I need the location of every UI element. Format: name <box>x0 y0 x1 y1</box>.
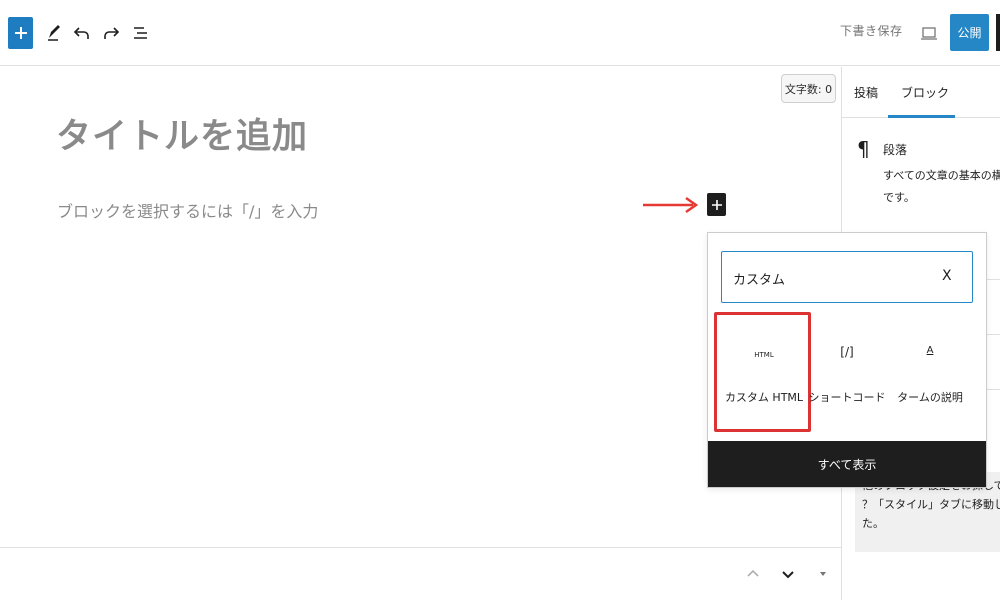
pencil-icon <box>48 25 60 41</box>
red-highlight-annotation <box>714 312 811 432</box>
paragraph-block-placeholder[interactable]: ブロックを選択するには「/」を入力 <box>57 198 318 222</box>
block-description-line: すべての文章の基本の構成 <box>883 169 1000 182</box>
browse-all-button[interactable]: すべて表示 <box>708 441 986 487</box>
block-result-shortcode[interactable]: [/] ショートコード <box>799 311 895 431</box>
block-description-line: です。 <box>883 191 915 204</box>
move-up-button[interactable] <box>742 563 764 585</box>
undo-button[interactable] <box>70 21 94 45</box>
notice-line: ？「スタイル」タブに移動しま <box>862 498 1000 511</box>
shortcode-icon: [/] <box>840 345 854 359</box>
quick-inserter-popover: カスタム X HTML カスタム HTML [/] ショートコード A タームの… <box>707 232 987 488</box>
add-block-button[interactable] <box>707 193 726 216</box>
block-inserter-toggle-button[interactable] <box>8 17 33 49</box>
tools-button[interactable] <box>42 21 66 45</box>
publish-button[interactable]: 公開 <box>950 14 989 51</box>
block-result-term-description[interactable]: A タームの説明 <box>882 311 978 431</box>
post-title-placeholder[interactable]: タイトルを追加 <box>56 108 308 159</box>
move-down-button[interactable] <box>777 563 799 585</box>
save-draft-button[interactable]: 下書き保存 <box>840 22 903 39</box>
chevron-up-icon <box>747 569 759 577</box>
redo-icon <box>104 27 120 39</box>
document-overview-button[interactable] <box>129 21 153 45</box>
redo-button[interactable] <box>99 21 123 45</box>
word-count-badge: 文字数: 0 <box>781 74 836 103</box>
plus-icon <box>14 27 27 39</box>
term-description-icon: A <box>926 345 934 356</box>
undo-icon <box>73 27 89 39</box>
tab-post[interactable]: 投稿 <box>854 84 878 101</box>
clear-search-button[interactable]: X <box>942 268 952 284</box>
top-toolbar: 下書き保存 公開 <box>0 0 1000 66</box>
list-view-icon <box>134 27 147 39</box>
settings-button[interactable] <box>996 14 1000 51</box>
paragraph-icon: ¶ <box>857 137 870 161</box>
block-footer-toolbar <box>0 547 841 600</box>
search-input-value: カスタム <box>733 273 786 288</box>
desktop-preview-icon <box>921 27 937 40</box>
active-tab-indicator <box>888 115 955 118</box>
block-result-label: ショートコード <box>808 391 886 404</box>
block-card-title: 段落 <box>883 143 908 157</box>
block-search-input[interactable]: カスタム X <box>721 251 973 303</box>
chevron-down-icon <box>782 571 794 579</box>
more-options-button[interactable] <box>812 563 834 585</box>
block-card-description: すべての文章の基本の構成 です。 <box>883 165 1000 209</box>
red-arrow-annotation <box>643 196 699 214</box>
caret-down-icon <box>820 572 826 576</box>
plus-icon <box>711 199 722 210</box>
notice-line: た。 <box>862 517 884 530</box>
preview-button[interactable] <box>918 22 940 44</box>
block-result-label: タームの説明 <box>897 391 963 404</box>
tab-block[interactable]: ブロック <box>901 84 949 101</box>
sidebar-tabs: 投稿 ブロック <box>842 67 1000 118</box>
